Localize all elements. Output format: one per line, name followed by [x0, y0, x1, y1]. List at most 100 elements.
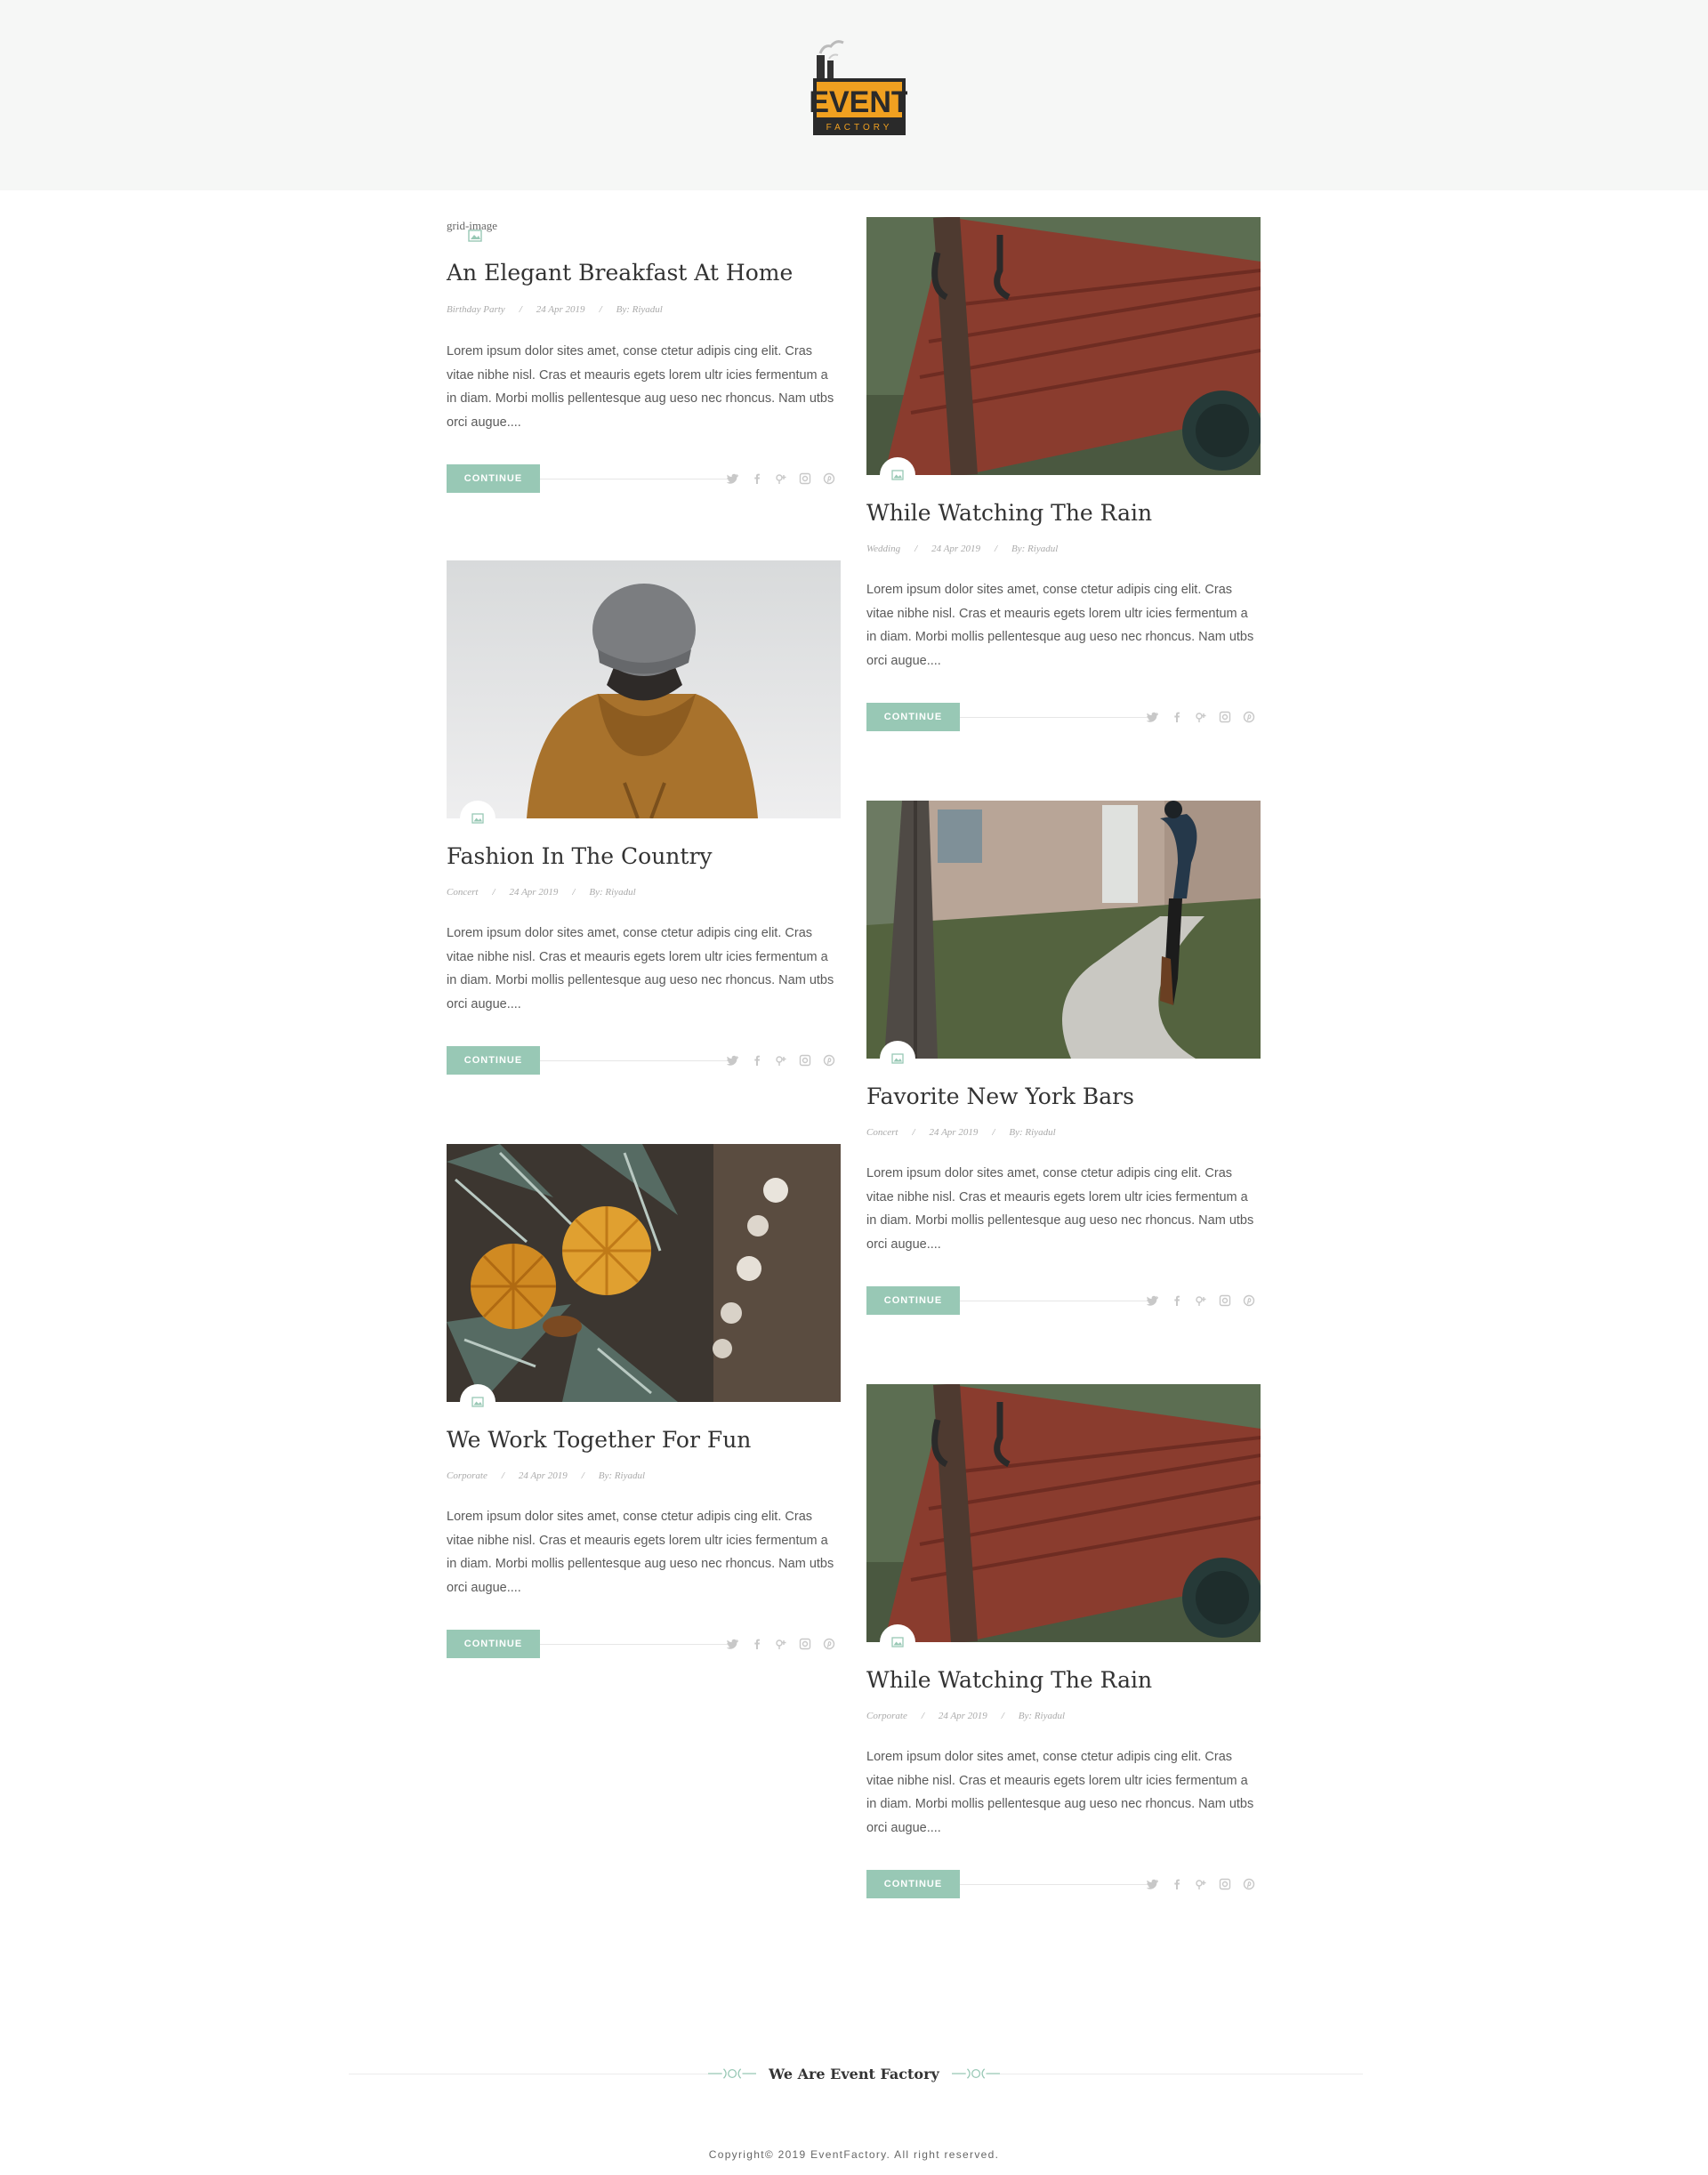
facebook-icon[interactable] — [751, 1054, 763, 1067]
post-image[interactable] — [866, 1384, 1261, 1642]
post-title[interactable]: An Elegant Breakfast At Home — [447, 260, 841, 286]
instagram-icon[interactable] — [799, 1054, 811, 1067]
divider — [540, 1644, 729, 1645]
post-category[interactable]: Concert — [866, 1127, 898, 1138]
post-date: 24 Apr 2019 — [518, 1470, 568, 1481]
post-category[interactable]: Wedding — [866, 544, 900, 554]
post-format-badge — [460, 801, 495, 836]
post-meta: Birthday Party/24 Apr 2019/By: Riyadul — [447, 304, 663, 315]
instagram-icon[interactable] — [799, 1638, 811, 1650]
google-plus-icon[interactable] — [1195, 711, 1207, 723]
continue-button[interactable]: CONTINUE — [447, 1630, 540, 1658]
pinterest-icon[interactable] — [1243, 711, 1255, 723]
facebook-icon[interactable] — [751, 472, 763, 485]
post-image[interactable] — [447, 1144, 841, 1402]
continue-button[interactable]: CONTINUE — [447, 464, 540, 493]
share-icons — [1147, 1294, 1255, 1307]
post-author[interactable]: By: Riyadul — [589, 887, 635, 898]
footer-brand: We Are Event Factory — [708, 2058, 1000, 2089]
footer-brand-text: We Are Event Factory — [769, 2065, 939, 2082]
post-author[interactable]: By: Riyadul — [1019, 1711, 1065, 1721]
post-date: 24 Apr 2019 — [938, 1711, 987, 1721]
post-meta: Corporate/24 Apr 2019/By: Riyadul — [866, 1711, 1066, 1721]
post-image[interactable] — [866, 801, 1261, 1059]
post-format-badge — [880, 1624, 915, 1660]
divider — [960, 1884, 1148, 1885]
post-category[interactable]: Corporate — [866, 1711, 907, 1721]
facebook-icon[interactable] — [1171, 1294, 1183, 1307]
share-icons — [727, 1638, 835, 1650]
google-plus-icon[interactable] — [775, 1638, 787, 1650]
logo-word: EVENT — [810, 85, 907, 119]
facebook-icon[interactable] — [751, 1638, 763, 1650]
site-header: EVENT FACTORY — [0, 0, 1708, 190]
post-title[interactable]: While Watching The Rain — [866, 500, 1261, 526]
logo-subword: FACTORY — [826, 123, 893, 133]
twitter-icon[interactable] — [727, 1638, 739, 1650]
post-title[interactable]: Favorite New York Bars — [866, 1083, 1261, 1109]
post-author[interactable]: By: Riyadul — [599, 1470, 645, 1481]
image-format-icon — [468, 230, 482, 242]
instagram-icon[interactable] — [1219, 711, 1231, 723]
post-excerpt: Lorem ipsum dolor sites amet, conse ctet… — [447, 344, 834, 430]
google-plus-icon[interactable] — [775, 1054, 787, 1067]
post-image[interactable] — [447, 560, 841, 818]
pinterest-icon[interactable] — [823, 1638, 835, 1650]
divider — [540, 1060, 729, 1061]
post-format-badge — [880, 457, 915, 493]
post-meta: Concert/24 Apr 2019/By: Riyadul — [447, 887, 636, 898]
pinterest-icon[interactable] — [823, 1054, 835, 1067]
post-date: 24 Apr 2019 — [931, 544, 980, 554]
post-category[interactable]: Corporate — [447, 1470, 487, 1481]
post-author[interactable]: By: Riyadul — [1009, 1127, 1055, 1138]
share-icons — [727, 1054, 835, 1067]
continue-button[interactable]: CONTINUE — [866, 703, 960, 731]
google-plus-icon[interactable] — [775, 472, 787, 485]
post-title[interactable]: We Work Together For Fun — [447, 1427, 841, 1453]
facebook-icon[interactable] — [1171, 711, 1183, 723]
post-footer: CONTINUE — [447, 1046, 841, 1075]
post-footer: CONTINUE — [866, 703, 1261, 731]
instagram-icon[interactable] — [1219, 1294, 1231, 1307]
share-icons — [1147, 711, 1255, 723]
post-excerpt: Lorem ipsum dolor sites amet, conse ctet… — [866, 1750, 1254, 1835]
post-meta: Concert/24 Apr 2019/By: Riyadul — [866, 1127, 1056, 1138]
post-date: 24 Apr 2019 — [509, 887, 559, 898]
pinterest-icon[interactable] — [1243, 1294, 1255, 1307]
post-author[interactable]: By: Riyadul — [616, 304, 663, 315]
post-excerpt: Lorem ipsum dolor sites amet, conse ctet… — [447, 1510, 834, 1595]
google-plus-icon[interactable] — [1195, 1294, 1207, 1307]
post-category[interactable]: Concert — [447, 887, 478, 898]
instagram-icon[interactable] — [799, 472, 811, 485]
post-footer: CONTINUE — [447, 1630, 841, 1658]
share-icons — [1147, 1878, 1255, 1890]
twitter-icon[interactable] — [727, 1054, 739, 1067]
post-format-badge — [460, 1384, 495, 1420]
post-image[interactable] — [866, 217, 1261, 475]
continue-button[interactable]: CONTINUE — [866, 1870, 960, 1898]
twitter-icon[interactable] — [1147, 1878, 1159, 1890]
copyright: Copyright© 2019 EventFactory. All right … — [708, 2148, 1000, 2161]
post-date: 24 Apr 2019 — [929, 1127, 979, 1138]
post-format-badge — [880, 1041, 915, 1076]
image-format-icon — [891, 1637, 904, 1647]
instagram-icon[interactable] — [1219, 1878, 1231, 1890]
pinterest-icon[interactable] — [1243, 1878, 1255, 1890]
post-footer: CONTINUE — [447, 464, 841, 493]
post-excerpt: Lorem ipsum dolor sites amet, conse ctet… — [866, 1166, 1254, 1252]
post-footer: CONTINUE — [866, 1286, 1261, 1315]
continue-button[interactable]: CONTINUE — [866, 1286, 960, 1315]
post-category[interactable]: Birthday Party — [447, 304, 505, 315]
twitter-icon[interactable] — [1147, 1294, 1159, 1307]
event-factory-logo[interactable]: EVENT FACTORY — [810, 36, 907, 142]
post-title[interactable]: While Watching The Rain — [866, 1667, 1261, 1693]
post-author[interactable]: By: Riyadul — [1011, 544, 1058, 554]
facebook-icon[interactable] — [1171, 1878, 1183, 1890]
twitter-icon[interactable] — [1147, 711, 1159, 723]
continue-button[interactable]: CONTINUE — [447, 1046, 540, 1075]
twitter-icon[interactable] — [727, 472, 739, 485]
pinterest-icon[interactable] — [823, 472, 835, 485]
post-title[interactable]: Fashion In The Country — [447, 843, 841, 869]
google-plus-icon[interactable] — [1195, 1878, 1207, 1890]
image-format-icon — [891, 470, 904, 480]
